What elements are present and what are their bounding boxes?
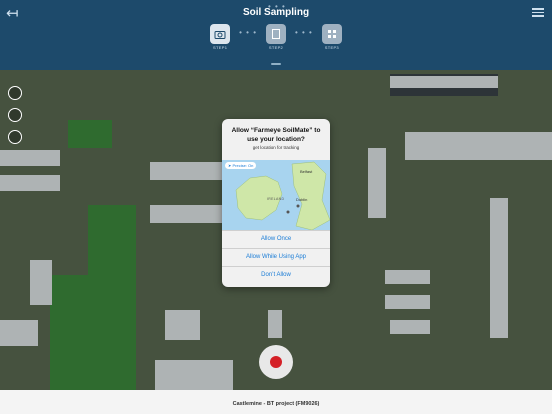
camera-icon bbox=[210, 24, 231, 44]
project-name: Castlemine - BT project (FM9026) bbox=[232, 401, 320, 407]
map-label-ireland: IRELAND bbox=[267, 197, 285, 201]
building-roof bbox=[150, 162, 222, 180]
precise-label: Precise: On bbox=[232, 163, 254, 168]
dont-allow-button[interactable]: Don’t Allow bbox=[222, 266, 330, 284]
drawer-handle[interactable] bbox=[271, 63, 281, 65]
step-separator: • • • bbox=[239, 28, 257, 37]
building-roof bbox=[368, 148, 386, 218]
record-button[interactable] bbox=[259, 345, 293, 379]
record-icon bbox=[270, 356, 282, 368]
document-icon bbox=[266, 24, 286, 44]
step-1[interactable]: STEP1 bbox=[207, 24, 233, 50]
building-roof bbox=[165, 310, 200, 340]
dialog-subtitle: get location for tracking bbox=[252, 145, 300, 150]
dialog-map-preview: ➤ Precise: On Belfast IRELAND Dublin bbox=[222, 160, 330, 230]
allow-once-button[interactable]: Allow Once bbox=[222, 230, 330, 248]
step-separator: • • • bbox=[295, 28, 313, 37]
building-roof bbox=[268, 310, 282, 338]
field bbox=[50, 275, 136, 390]
step-3[interactable]: STEP3 bbox=[319, 24, 345, 50]
building-roof bbox=[490, 198, 508, 338]
building-roof bbox=[390, 76, 498, 88]
dialog-title: Allow “Farmeye SoilMate” to use your loc… bbox=[231, 127, 321, 143]
step-1-label: STEP1 bbox=[213, 45, 228, 50]
building-roof bbox=[150, 205, 222, 223]
location-button[interactable] bbox=[8, 130, 22, 144]
building-roof bbox=[30, 260, 52, 305]
location-permission-dialog: Allow “Farmeye SoilMate” to use your loc… bbox=[222, 119, 330, 287]
step-2[interactable]: STEP2 bbox=[263, 24, 289, 50]
building-roof bbox=[0, 150, 60, 166]
building-roof bbox=[405, 132, 552, 160]
page-title: Soil Sampling bbox=[242, 7, 310, 18]
step-indicator: STEP1 • • • STEP2 • • • STEP3 bbox=[0, 24, 552, 50]
layers-button[interactable] bbox=[8, 86, 22, 100]
allow-while-using-button[interactable]: Allow While Using App bbox=[222, 248, 330, 266]
field bbox=[68, 120, 112, 148]
step-3-label: STEP3 bbox=[324, 45, 339, 50]
project-footer: Castlemine - BT project (FM9026) bbox=[0, 390, 552, 414]
football-pitch bbox=[88, 205, 136, 277]
building-roof bbox=[385, 295, 430, 309]
app-header: • • • ↤ Soil Sampling STEP1 • • • STEP2 … bbox=[0, 0, 552, 70]
building-roof bbox=[385, 270, 430, 284]
building-roof bbox=[390, 320, 430, 334]
building-roof bbox=[0, 320, 38, 346]
step-2-label: STEP2 bbox=[268, 45, 284, 50]
compass-button[interactable] bbox=[8, 108, 22, 122]
precise-toggle[interactable]: ➤ Precise: On bbox=[225, 162, 257, 169]
building-roof bbox=[155, 360, 233, 390]
map-label-belfast: Belfast bbox=[300, 169, 313, 174]
map-label-dublin: Dublin bbox=[296, 197, 308, 202]
grid-icon bbox=[321, 24, 342, 44]
building-roof bbox=[0, 175, 60, 191]
